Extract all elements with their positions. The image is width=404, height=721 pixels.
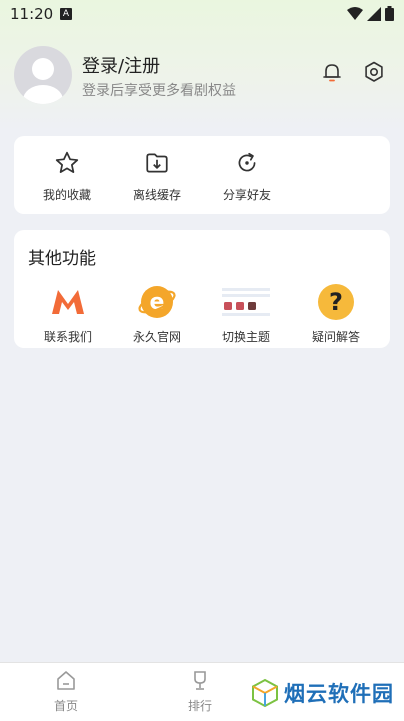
question-icon: ?	[318, 284, 354, 320]
faq-label: 疑问解答	[311, 330, 360, 344]
login-subtitle: 登录后享受更多看剧权益	[82, 83, 236, 99]
watermark: 烟云软件园	[246, 676, 398, 710]
switch-theme-button[interactable]: 切换主题	[206, 282, 286, 345]
signal-icon	[367, 6, 381, 21]
login-register-link[interactable]: 登录/注册	[82, 52, 160, 78]
notification-badge: A	[60, 8, 72, 20]
download-folder-icon	[146, 153, 168, 173]
other-functions-title: 其他功能	[28, 249, 96, 269]
theme-palette-icon	[222, 288, 270, 316]
star-icon	[55, 151, 79, 173]
offline-cache-button[interactable]: 离线缓存	[122, 150, 192, 203]
faq-button[interactable]: ? 疑问解答	[296, 282, 376, 345]
status-time: 11:20	[10, 5, 54, 23]
bell-icon[interactable]	[320, 60, 344, 84]
offline-cache-label: 离线缓存	[132, 188, 181, 202]
share-friends-label: 分享好友	[222, 188, 271, 202]
tab-ranking[interactable]: 排行	[170, 669, 230, 714]
contact-us-label: 联系我们	[43, 330, 92, 344]
status-icons	[347, 6, 394, 21]
battery-icon	[385, 6, 394, 21]
wifi-icon	[347, 6, 363, 20]
switch-theme-label: 切换主题	[221, 330, 270, 344]
watermark-text: 烟云软件园	[284, 682, 394, 706]
contact-us-button[interactable]: 联系我们	[28, 282, 108, 345]
browser-e-icon: e	[138, 286, 176, 318]
favorites-button[interactable]: 我的收藏	[32, 150, 102, 203]
svg-text:?: ?	[329, 288, 343, 316]
official-site-button[interactable]: e 永久官网	[117, 282, 197, 345]
home-icon	[57, 671, 75, 690]
profile-section[interactable]: 登录/注册 登录后享受更多看剧权益	[14, 44, 390, 106]
avatar[interactable]	[14, 46, 72, 104]
favorites-label: 我的收藏	[42, 188, 91, 202]
quick-actions-card: 我的收藏 离线缓存 分享好友	[14, 136, 390, 214]
gear-icon[interactable]	[362, 60, 386, 84]
status-bar: 11:20 A	[0, 0, 404, 28]
share-refresh-icon	[238, 152, 256, 172]
official-site-label: 永久官网	[132, 330, 181, 344]
other-functions-card: 其他功能 联系我们 e 永久官网 切换主题 ? 疑问解答	[14, 230, 390, 348]
ranking-icon	[194, 671, 206, 690]
m-logo-icon	[52, 290, 84, 314]
user-silhouette-icon	[23, 58, 63, 104]
tab-home-label: 首页	[53, 699, 78, 713]
tab-home[interactable]: 首页	[36, 669, 96, 714]
tab-ranking-label: 排行	[187, 699, 212, 713]
cube-logo-icon	[252, 678, 278, 708]
share-friends-button[interactable]: 分享好友	[212, 150, 282, 203]
